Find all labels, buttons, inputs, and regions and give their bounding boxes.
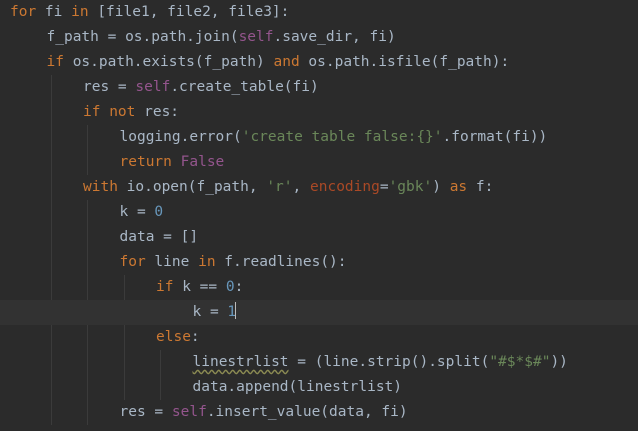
code-line-text: linestrlist = (line.strip().split("#$*$#… [193,350,568,375]
code-line[interactable]: for line in f.readlines(): [0,250,638,275]
code-token: fi [36,4,72,20]
code-token: False [180,154,225,170]
code-line[interactable]: logging.error('create table false:{}'.fo… [0,125,638,150]
code-token: , [292,179,310,195]
code-line-text: if not res: [83,100,179,125]
code-token: data.append(linestrlist) [192,379,403,395]
code-token: linestrlist [192,354,289,370]
code-token: if [46,54,64,70]
code-line-text: res = self.create_table(fi) [83,75,319,100]
code-token: .create_table(fi) [170,79,319,95]
code-token: 0 [154,204,164,220]
code-line[interactable]: k = 0 [0,200,638,225]
code-token: io.open(f_path, [117,179,267,195]
code-token: else [156,329,191,345]
code-token: : [190,329,200,345]
code-line-text: if k == 0: [156,275,243,300]
code-token: )) [550,354,568,370]
code-token: in [198,254,216,270]
code-token: line [145,254,199,270]
code-token: ) [432,179,450,195]
code-line[interactable]: for fi in [file1, file2, file3]: [0,0,638,25]
code-token: .insert_value(data, fi) [206,404,408,420]
code-token: logging.error( [119,129,242,145]
code-token: if [156,279,174,295]
code-token: = (line.strip().split( [288,354,490,370]
code-token: f.readlines(): [215,254,347,270]
code-token: .format(fi)) [442,129,548,145]
code-token: and [273,54,300,70]
code-line[interactable]: return False [0,150,638,175]
code-line-text: if os.path.exists(f_path) and os.path.is… [47,50,510,75]
code-editor[interactable]: for fi in [file1, file2, file3]: f_path =… [0,0,638,431]
code-token: self [135,79,171,95]
code-token: k = [192,304,228,320]
code-token: for [10,4,37,20]
code-token: f_path = os.path.join( [46,29,239,45]
code-line-text: f_path = os.path.join(self.save_dir, fi) [47,25,396,50]
code-line[interactable]: with io.open(f_path, 'r', encoding='gbk'… [0,175,638,200]
code-line-text: return False [120,150,225,175]
code-line[interactable]: if os.path.exists(f_path) and os.path.is… [0,50,638,75]
code-token: "#$*$#" [489,354,551,370]
code-line[interactable]: if not res: [0,100,638,125]
code-line[interactable]: f_path = os.path.join(self.save_dir, fi) [0,25,638,50]
code-token: with [83,179,118,195]
code-token: os.path.isfile(f_path): [299,54,510,70]
code-line[interactable]: k = 1 [0,300,638,325]
code-token: res = [119,404,172,420]
code-token: res: [135,104,180,120]
code-line-text: k = 1 [193,300,237,325]
code-token: [file1, file2, file3]: [88,4,290,20]
code-line[interactable]: data = [] [0,225,638,250]
code-token: self [238,29,274,45]
code-token: res = [83,79,136,95]
code-token: k == [173,279,226,295]
code-line[interactable]: if k == 0: [0,275,638,300]
code-token: 0 [225,279,235,295]
code-line-text: data = [] [120,225,199,250]
code-token: if not [83,104,136,120]
code-line-text: data.append(linestrlist) [193,375,403,400]
code-line[interactable]: linestrlist = (line.strip().split("#$*$#… [0,350,638,375]
code-token: 'r' [266,179,293,195]
code-line-text: for line in f.readlines(): [120,250,347,275]
code-token: encoding [310,179,380,195]
code-line[interactable]: else: [0,325,638,350]
code-line-text: logging.error('create table false:{}'.fo… [120,125,548,150]
code-token: as [449,179,468,195]
code-token: .save_dir, fi) [273,29,396,45]
code-token: f: [467,179,494,195]
code-line[interactable]: res = self.insert_value(data, fi) [0,400,638,425]
code-token: return [119,154,172,170]
code-token: 'gbk' [388,179,433,195]
code-token: k = [119,204,155,220]
code-token: data = [] [119,229,199,245]
code-line-text: for fi in [file1, file2, file3]: [10,0,289,25]
code-token: self [171,404,207,420]
code-line[interactable]: data.append(linestrlist) [0,375,638,400]
code-line-text: with io.open(f_path, 'r', encoding='gbk'… [83,175,493,200]
code-line[interactable]: res = self.create_table(fi) [0,75,638,100]
code-token: in [71,4,89,20]
text-cursor [235,302,237,319]
code-token: for [119,254,146,270]
code-line-text: else: [156,325,200,350]
code-token: : [234,279,244,295]
code-line-text: k = 0 [120,200,164,225]
code-token: 'create table false:{}' [241,129,443,145]
code-line-text: res = self.insert_value(data, fi) [120,400,408,425]
code-token: os.path.exists(f_path) [63,54,274,70]
code-token: = [379,179,389,195]
